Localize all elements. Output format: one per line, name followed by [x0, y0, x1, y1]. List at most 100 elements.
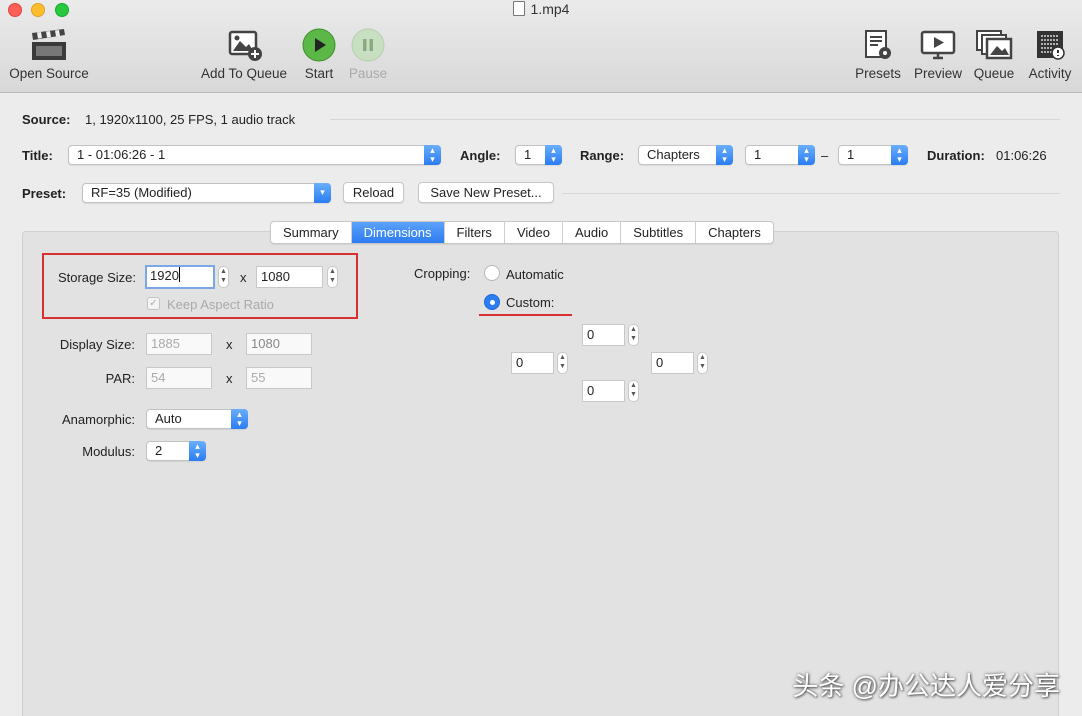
tab-summary[interactable]: Summary: [271, 222, 351, 243]
toolbar: 1.mp4 Open Source Add To Queue Start Pau…: [0, 0, 1082, 93]
add-to-queue-button[interactable]: Add To Queue: [196, 28, 292, 81]
duration-label: Duration:: [927, 148, 985, 163]
storage-width-field[interactable]: 1920: [145, 265, 215, 289]
keep-aspect-checkbox[interactable]: ✓: [147, 297, 160, 310]
title-select-value: 1 - 01:06:26 - 1: [77, 147, 166, 162]
open-source-button[interactable]: Open Source: [5, 28, 93, 81]
modulus-value: 2: [155, 443, 163, 458]
save-new-preset-button[interactable]: Save New Preset...: [418, 182, 554, 203]
monitor-play-icon: [920, 30, 956, 60]
preset-select-value: RF=35 (Modified): [91, 185, 192, 200]
range-type-select[interactable]: Chapters ▴ ▾: [638, 145, 733, 165]
storage-width-stepper[interactable]: ▲ ▼: [218, 266, 229, 288]
cropping-automatic-radio[interactable]: [484, 265, 500, 281]
display-width-field[interactable]: 1885: [146, 333, 212, 355]
file-icon: [512, 1, 525, 16]
updown-chevron-icon: ▴ ▾: [231, 409, 248, 429]
tab-chapters[interactable]: Chapters: [695, 222, 773, 243]
angle-label: Angle:: [460, 148, 501, 163]
title-select[interactable]: 1 - 01:06:26 - 1 ▴ ▾: [68, 145, 441, 165]
crop-top-field[interactable]: 0: [582, 324, 625, 346]
display-height-field[interactable]: 1080: [246, 333, 312, 355]
updown-chevron-icon: ▴ ▾: [189, 441, 206, 461]
updown-chevron-icon: ▴ ▾: [545, 145, 562, 165]
chevron-down-icon: ▾: [314, 183, 331, 203]
range-label: Range:: [580, 148, 625, 163]
title-label: Title:: [22, 148, 53, 163]
angle-select[interactable]: 1 ▴ ▾: [515, 145, 562, 165]
tab-filters[interactable]: Filters: [443, 222, 504, 243]
settings-tabs: Summary Dimensions Filters Video Audio S…: [270, 221, 774, 244]
activity-button[interactable]: Activity: [1022, 28, 1078, 81]
range-separator: –: [821, 148, 829, 163]
par-width-field[interactable]: 54: [146, 367, 212, 389]
window-title: 1.mp4: [0, 1, 1082, 17]
crop-right-stepper[interactable]: ▲ ▼: [697, 352, 708, 374]
add-photo-icon: [228, 30, 262, 61]
pause-button[interactable]: Pause: [345, 28, 391, 81]
crop-bottom-field[interactable]: 0: [582, 380, 625, 402]
crop-right-field[interactable]: 0: [651, 352, 694, 374]
presets-button[interactable]: Presets: [851, 28, 905, 81]
updown-chevron-icon: ▴ ▾: [891, 145, 908, 165]
range-end-select[interactable]: 1 ▴ ▾: [838, 145, 908, 165]
par-height-field[interactable]: 55: [246, 367, 312, 389]
tab-subtitles[interactable]: Subtitles: [620, 222, 695, 243]
custom-underline-highlight: [479, 314, 572, 316]
crop-top-stepper[interactable]: ▲ ▼: [628, 324, 639, 346]
start-button[interactable]: Start: [297, 28, 341, 81]
activity-log-icon: [1037, 31, 1065, 60]
updown-chevron-icon: ▴ ▾: [424, 145, 441, 165]
preset-divider: [562, 193, 1060, 194]
par-x-label: x: [226, 371, 233, 386]
modulus-select[interactable]: 2 ▴ ▾: [146, 441, 206, 461]
modulus-label: Modulus:: [82, 444, 135, 459]
source-info: 1, 1920x1100, 25 FPS, 1 audio track: [85, 112, 296, 127]
watermark-text: 头条 @办公达人爱分享: [792, 671, 1060, 701]
tab-audio[interactable]: Audio: [561, 222, 620, 243]
source-divider: [330, 119, 1060, 120]
storage-width-value: 1920: [150, 268, 179, 283]
anamorphic-label: Anamorphic:: [62, 412, 135, 427]
keep-aspect-label: Keep Aspect Ratio: [167, 297, 274, 312]
storage-x-label: x: [240, 270, 247, 285]
crop-bottom-stepper[interactable]: ▲ ▼: [628, 380, 639, 402]
preview-button[interactable]: Preview: [910, 28, 966, 81]
cropping-automatic-label: Automatic: [506, 267, 564, 282]
text-cursor: [178, 267, 180, 282]
presets-gear-icon: [865, 30, 891, 59]
anamorphic-select[interactable]: Auto ▴ ▾: [146, 409, 248, 429]
range-start-value: 1: [754, 147, 762, 162]
source-label: Source:: [22, 112, 71, 127]
preset-select[interactable]: RF=35 (Modified) ▾: [82, 183, 331, 203]
reload-button[interactable]: Reload: [343, 182, 404, 203]
updown-chevron-icon: ▴ ▾: [798, 145, 815, 165]
range-start-select[interactable]: 1 ▴ ▾: [745, 145, 815, 165]
range-end-value: 1: [847, 147, 855, 162]
range-type-value: Chapters: [647, 147, 700, 162]
queue-button[interactable]: Queue: [970, 28, 1018, 81]
display-x-label: x: [226, 337, 233, 352]
cropping-custom-radio[interactable]: [484, 294, 500, 310]
radio-dot: [490, 300, 495, 305]
stacked-photos-icon: [976, 30, 1013, 60]
anamorphic-value: Auto: [155, 411, 182, 426]
crop-left-stepper[interactable]: ▲ ▼: [557, 352, 568, 374]
play-icon: [302, 28, 336, 62]
storage-height-stepper[interactable]: ▲ ▼: [327, 266, 338, 288]
duration-value: 01:06:26: [996, 148, 1047, 163]
storage-height-field[interactable]: 1080: [256, 266, 323, 288]
pause-icon: [351, 28, 385, 62]
tab-video[interactable]: Video: [503, 222, 562, 243]
display-size-label: Display Size:: [59, 337, 135, 352]
tab-dimensions[interactable]: Dimensions: [350, 222, 444, 243]
clapperboard-icon: [32, 29, 66, 60]
storage-size-label: Storage Size:: [57, 270, 136, 285]
preset-label: Preset:: [22, 186, 67, 201]
updown-chevron-icon: ▴ ▾: [716, 145, 733, 165]
cropping-custom-label: Custom:: [506, 295, 555, 310]
cropping-label: Cropping:: [414, 266, 471, 281]
par-label: PAR:: [105, 371, 135, 386]
angle-select-value: 1: [524, 147, 532, 162]
crop-left-field[interactable]: 0: [511, 352, 554, 374]
